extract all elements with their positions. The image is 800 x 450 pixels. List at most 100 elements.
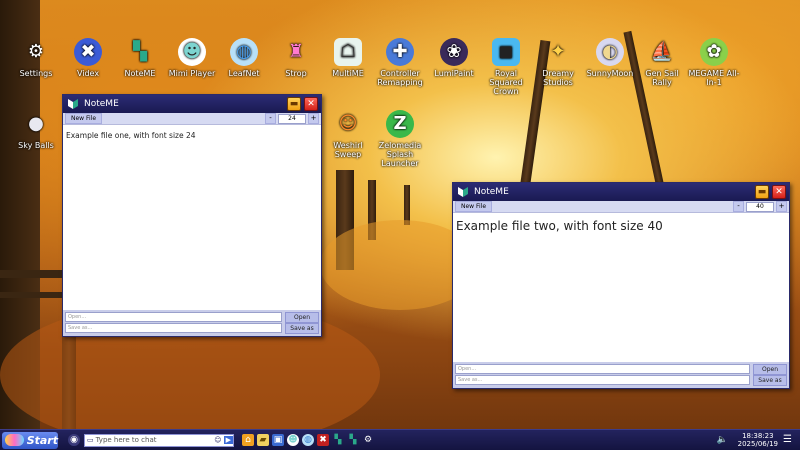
dreamy-studios-icon: ✦ xyxy=(550,41,566,62)
close-button[interactable]: ✕ xyxy=(304,97,318,111)
open-button[interactable]: Open xyxy=(753,363,787,375)
desktop-icon-noteme[interactable]: ▚ NoteME xyxy=(114,38,166,78)
folder-icon[interactable]: ▰ xyxy=(257,434,269,446)
file-actions-panel: Open... Open Save as... Save as xyxy=(453,362,789,388)
open-path-input[interactable]: Open... xyxy=(65,312,282,322)
start-button[interactable]: Start xyxy=(2,431,58,449)
desktop-icon-label: LumiPaint xyxy=(434,69,474,78)
image-icon[interactable]: ▣ xyxy=(272,434,284,446)
desktop-icon-mimi-player[interactable]: ☻ Mimi Player xyxy=(166,38,218,78)
menu-icon[interactable]: ☰ xyxy=(783,434,792,445)
window-title: NoteME xyxy=(84,99,119,109)
new-file-button[interactable]: New File xyxy=(455,201,493,212)
videx-icon: ✖ xyxy=(74,38,102,66)
taskbar: Start ◉ ▭ Type here to chat ☺ ▶ ⌂ ▰ ▣ ☻ … xyxy=(0,429,800,450)
font-size-increase-button[interactable]: + xyxy=(776,201,787,212)
desktop-icon-videx[interactable]: ✖ Videx xyxy=(62,38,114,78)
desktop-icon-zelomedia-splash-launcher[interactable]: Z Zelomedia Splash Launcher xyxy=(374,110,426,168)
home-icon[interactable]: ⌂ xyxy=(242,434,254,446)
desktop-icon-label: SunnyMoon xyxy=(586,69,634,78)
window-title: NoteME xyxy=(474,187,509,197)
chat-placeholder: Type here to chat xyxy=(95,436,157,444)
fence-rail xyxy=(0,270,62,278)
desktop-icon-label: Videx xyxy=(76,69,100,78)
minimize-button[interactable]: ▬ xyxy=(755,185,769,199)
window-toolbar: New File - 40 + xyxy=(453,201,789,213)
desktop-icon-label: Weshirl Sweep xyxy=(333,141,363,159)
desktop-icon-multime[interactable]: ☖ MultiME xyxy=(322,38,374,78)
font-size-input[interactable]: 40 xyxy=(746,201,774,212)
desktop-icon-dreamy-studios[interactable]: ✦ Dreamy Studios xyxy=(532,38,584,87)
desktop-icon-sky-balls[interactable]: ● Sky Balls xyxy=(10,110,62,150)
desktop-icon-label: Controller Remapping xyxy=(377,69,423,87)
chat-bubble-icon: ▭ xyxy=(87,436,94,444)
desktop-icon-label: MEGAME All-In-1 xyxy=(688,69,740,87)
clock-date: 2025/06/19 xyxy=(737,440,778,448)
desktop-icon-controller-remapping[interactable]: ✚ Controller Remapping xyxy=(374,38,426,87)
megame-icon: ✿ xyxy=(700,38,728,66)
file-actions-panel: Open... Open Save as... Save as xyxy=(63,310,321,336)
noteme-icon xyxy=(457,186,469,198)
desktop-icon-weshirl-sweep[interactable]: ☺ Weshirl Sweep xyxy=(322,110,374,159)
gen-sail-rally-icon: ⛵ xyxy=(650,41,674,62)
clock[interactable]: 18:38:23 2025/06/19 xyxy=(738,432,778,448)
lumipaint-icon: ❀ xyxy=(440,38,468,66)
desktop-icon-royal-squared-crown[interactable]: ◼ Royal Squared Crown xyxy=(480,38,532,96)
gear-icon: ⚙ xyxy=(27,41,45,62)
font-size-decrease-button[interactable]: - xyxy=(733,201,744,212)
desktop-icon-gen-sail-rally[interactable]: ⛵ Gen Sail Rally xyxy=(636,38,688,87)
new-file-button[interactable]: New File xyxy=(65,113,103,124)
window-titlebar[interactable]: NoteME ▬ ✕ xyxy=(63,95,321,113)
start-label: Start xyxy=(26,433,58,447)
desktop-icon-label: Settings xyxy=(19,69,53,78)
desktop-icon-label: Royal Squared Crown xyxy=(489,69,523,96)
assistant-icon[interactable]: ◉ xyxy=(68,434,80,446)
sunnymoon-icon: ◐ xyxy=(596,38,624,66)
minimize-button[interactable]: ▬ xyxy=(287,97,301,111)
mimi-icon[interactable]: ☻ xyxy=(287,434,299,446)
save-as-button[interactable]: Save as xyxy=(753,374,787,386)
chat-input[interactable]: ▭ Type here to chat ☺ ▶ xyxy=(84,433,234,447)
save-as-path-input[interactable]: Save as... xyxy=(455,375,750,385)
editor-text: Example file one, with font size 24 xyxy=(66,131,196,140)
desktop-icon-lumipaint[interactable]: ❀ LumiPaint xyxy=(428,38,480,78)
window-toolbar: New File - 24 + xyxy=(63,113,321,125)
close-button[interactable]: ✕ xyxy=(772,185,786,199)
text-editor-area[interactable]: Example file one, with font size 24 xyxy=(63,128,321,310)
window-titlebar[interactable]: NoteME ▬ ✕ xyxy=(453,183,789,201)
desktop-icon-label: Dreamy Studios xyxy=(542,69,574,87)
desktop-icon-label: Zelomedia Splash Launcher xyxy=(378,141,422,168)
open-path-input[interactable]: Open... xyxy=(455,364,750,374)
desktop-icon-sunnymoon[interactable]: ◐ SunnyMoon xyxy=(584,38,636,78)
noteme-taskbar-icon[interactable]: ▚ xyxy=(347,434,359,446)
strop-icon: ♜ xyxy=(287,41,305,62)
start-logo-icon xyxy=(5,434,24,446)
font-size-input[interactable]: 24 xyxy=(278,113,306,124)
desktop-icon-megame[interactable]: ✿ MEGAME All-In-1 xyxy=(688,38,740,87)
sky-balls-icon: ● xyxy=(28,113,44,134)
emoji-icon[interactable]: ☺ xyxy=(214,436,221,444)
globe-icon[interactable]: ◍ xyxy=(302,434,314,446)
noteme-window-1[interactable]: NoteME ▬ ✕ New File - 24 + Example file … xyxy=(62,94,322,337)
save-as-button[interactable]: Save as xyxy=(285,322,319,334)
desktop-icon-settings[interactable]: ⚙ Settings xyxy=(10,38,62,78)
save-as-path-input[interactable]: Save as... xyxy=(65,323,282,333)
gear-icon[interactable]: ⚙ xyxy=(362,434,374,446)
noteme-window-2[interactable]: NoteME ▬ ✕ New File - 40 + Example file … xyxy=(452,182,790,389)
text-editor-area[interactable]: Example file two, with font size 40 xyxy=(453,216,789,362)
editor-text: Example file two, with font size 40 xyxy=(456,219,663,233)
volume-icon[interactable]: 🔈 xyxy=(717,435,728,445)
multime-icon: ☖ xyxy=(334,38,362,66)
font-size-decrease-button[interactable]: - xyxy=(265,113,276,124)
send-icon[interactable]: ▶ xyxy=(223,436,233,444)
font-size-increase-button[interactable]: + xyxy=(308,113,319,124)
videx-taskbar-icon[interactable]: ✖ xyxy=(317,434,329,446)
open-button[interactable]: Open xyxy=(285,311,319,323)
noteme-icon: ▚ xyxy=(133,41,147,62)
desktop-icon-leafnet[interactable]: ◍ LeafNet xyxy=(218,38,270,78)
noteme-taskbar-icon[interactable]: ▚ xyxy=(332,434,344,446)
noteme-icon xyxy=(67,98,79,110)
zelomedia-icon: Z xyxy=(386,110,414,138)
desktop-icon-label: LeafNet xyxy=(228,69,260,78)
desktop-icon-strop[interactable]: ♜ Strop xyxy=(270,38,322,78)
